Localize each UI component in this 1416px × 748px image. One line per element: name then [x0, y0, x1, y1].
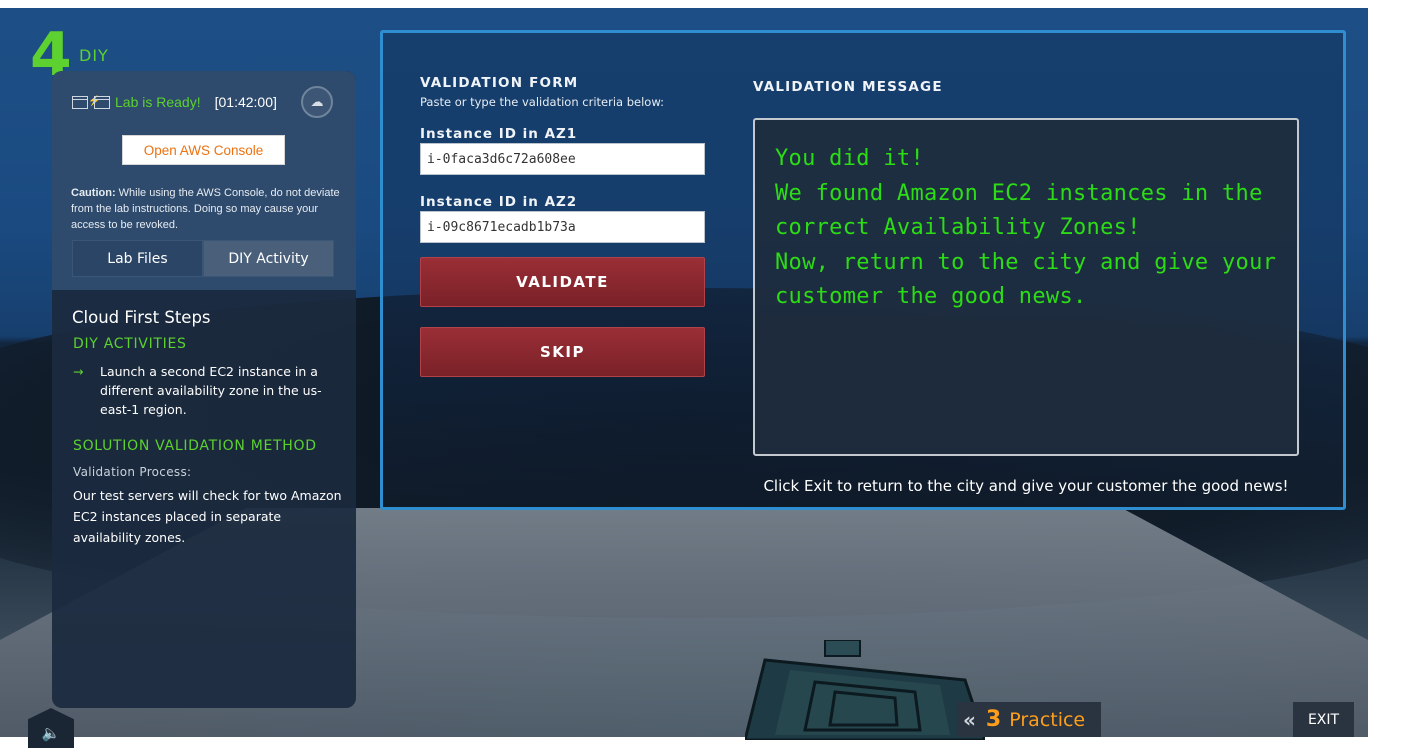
validation-message-title: VALIDATION MESSAGE [753, 79, 943, 95]
validate-button[interactable]: VALIDATE [420, 257, 705, 307]
tab-diy-activity[interactable]: DIY Activity [203, 240, 334, 277]
lab-status: ⚡ Lab is Ready! [01:42:00] [72, 91, 277, 113]
message-line: Now, return to the city and give your [775, 249, 1277, 275]
az2-instance-input[interactable] [420, 211, 705, 243]
sidebar-tabs: Lab Files DIY Activity [72, 240, 334, 277]
arrow-right-icon: → [73, 364, 84, 379]
lab-timer: [01:42:00] [214, 94, 277, 110]
validation-process-label: Validation Process: [73, 465, 192, 479]
speaker-icon: 🔈 [41, 724, 61, 742]
cloud-icon: ☁ [310, 94, 324, 110]
message-line: correct Availability Zones! [775, 215, 1141, 240]
activity-text: Launch a second EC2 instance in a differ… [100, 364, 322, 417]
lab-ready-text: Lab is Ready! [115, 94, 201, 110]
tab-lab-files[interactable]: Lab Files [72, 240, 203, 277]
validation-message-box: You did it! We found Amazon EC2 instance… [753, 118, 1299, 456]
az1-instance-input[interactable] [420, 143, 705, 175]
validation-form-subtitle: Paste or type the validation criteria be… [420, 95, 664, 109]
diy-activities-heading: DIY ACTIVITIES [73, 336, 187, 352]
step-label: DIY [79, 46, 109, 65]
practice-number: 3 [985, 707, 1002, 732]
window-connect-icon: ⚡ [72, 94, 112, 110]
page-margin [1368, 0, 1416, 737]
az1-label: Instance ID in AZ1 [420, 126, 578, 142]
exit-button[interactable]: EXIT [1293, 702, 1354, 737]
exit-instruction: Click Exit to return to the city and giv… [763, 477, 1289, 495]
teleport-platform [745, 640, 985, 740]
practice-label: Practice [1009, 708, 1086, 731]
open-aws-console-button[interactable]: Open AWS Console [122, 135, 285, 165]
solution-validation-heading: SOLUTION VALIDATION METHOD [73, 438, 317, 454]
double-chevron-left-icon: « [963, 707, 976, 732]
caution-label: Caution: [71, 187, 116, 199]
practice-nav-button[interactable]: « 3 Practice [957, 702, 1101, 737]
message-line: You did it! [775, 146, 924, 171]
lab-sidebar: ⚡ Lab is Ready! [01:42:00] ☁ Open AWS Co… [52, 71, 356, 708]
az2-label: Instance ID in AZ2 [420, 194, 578, 210]
caution-note: Caution: While using the AWS Console, do… [71, 185, 341, 233]
validation-process-text: Our test servers will check for two Amaz… [73, 488, 342, 545]
cloud-status-button[interactable]: ☁ [301, 86, 333, 118]
module-title: Cloud First Steps [72, 308, 211, 327]
skip-button[interactable]: SKIP [420, 327, 705, 377]
lab-control-box: ⚡ Lab is Ready! [01:42:00] ☁ Open AWS Co… [52, 71, 356, 290]
validation-form-title: VALIDATION FORM [420, 75, 579, 91]
activity-item: → Launch a second EC2 instance in a diff… [73, 362, 333, 419]
message-line: customer the good news. [775, 284, 1087, 309]
message-line: We found Amazon EC2 instances in the [775, 180, 1263, 206]
